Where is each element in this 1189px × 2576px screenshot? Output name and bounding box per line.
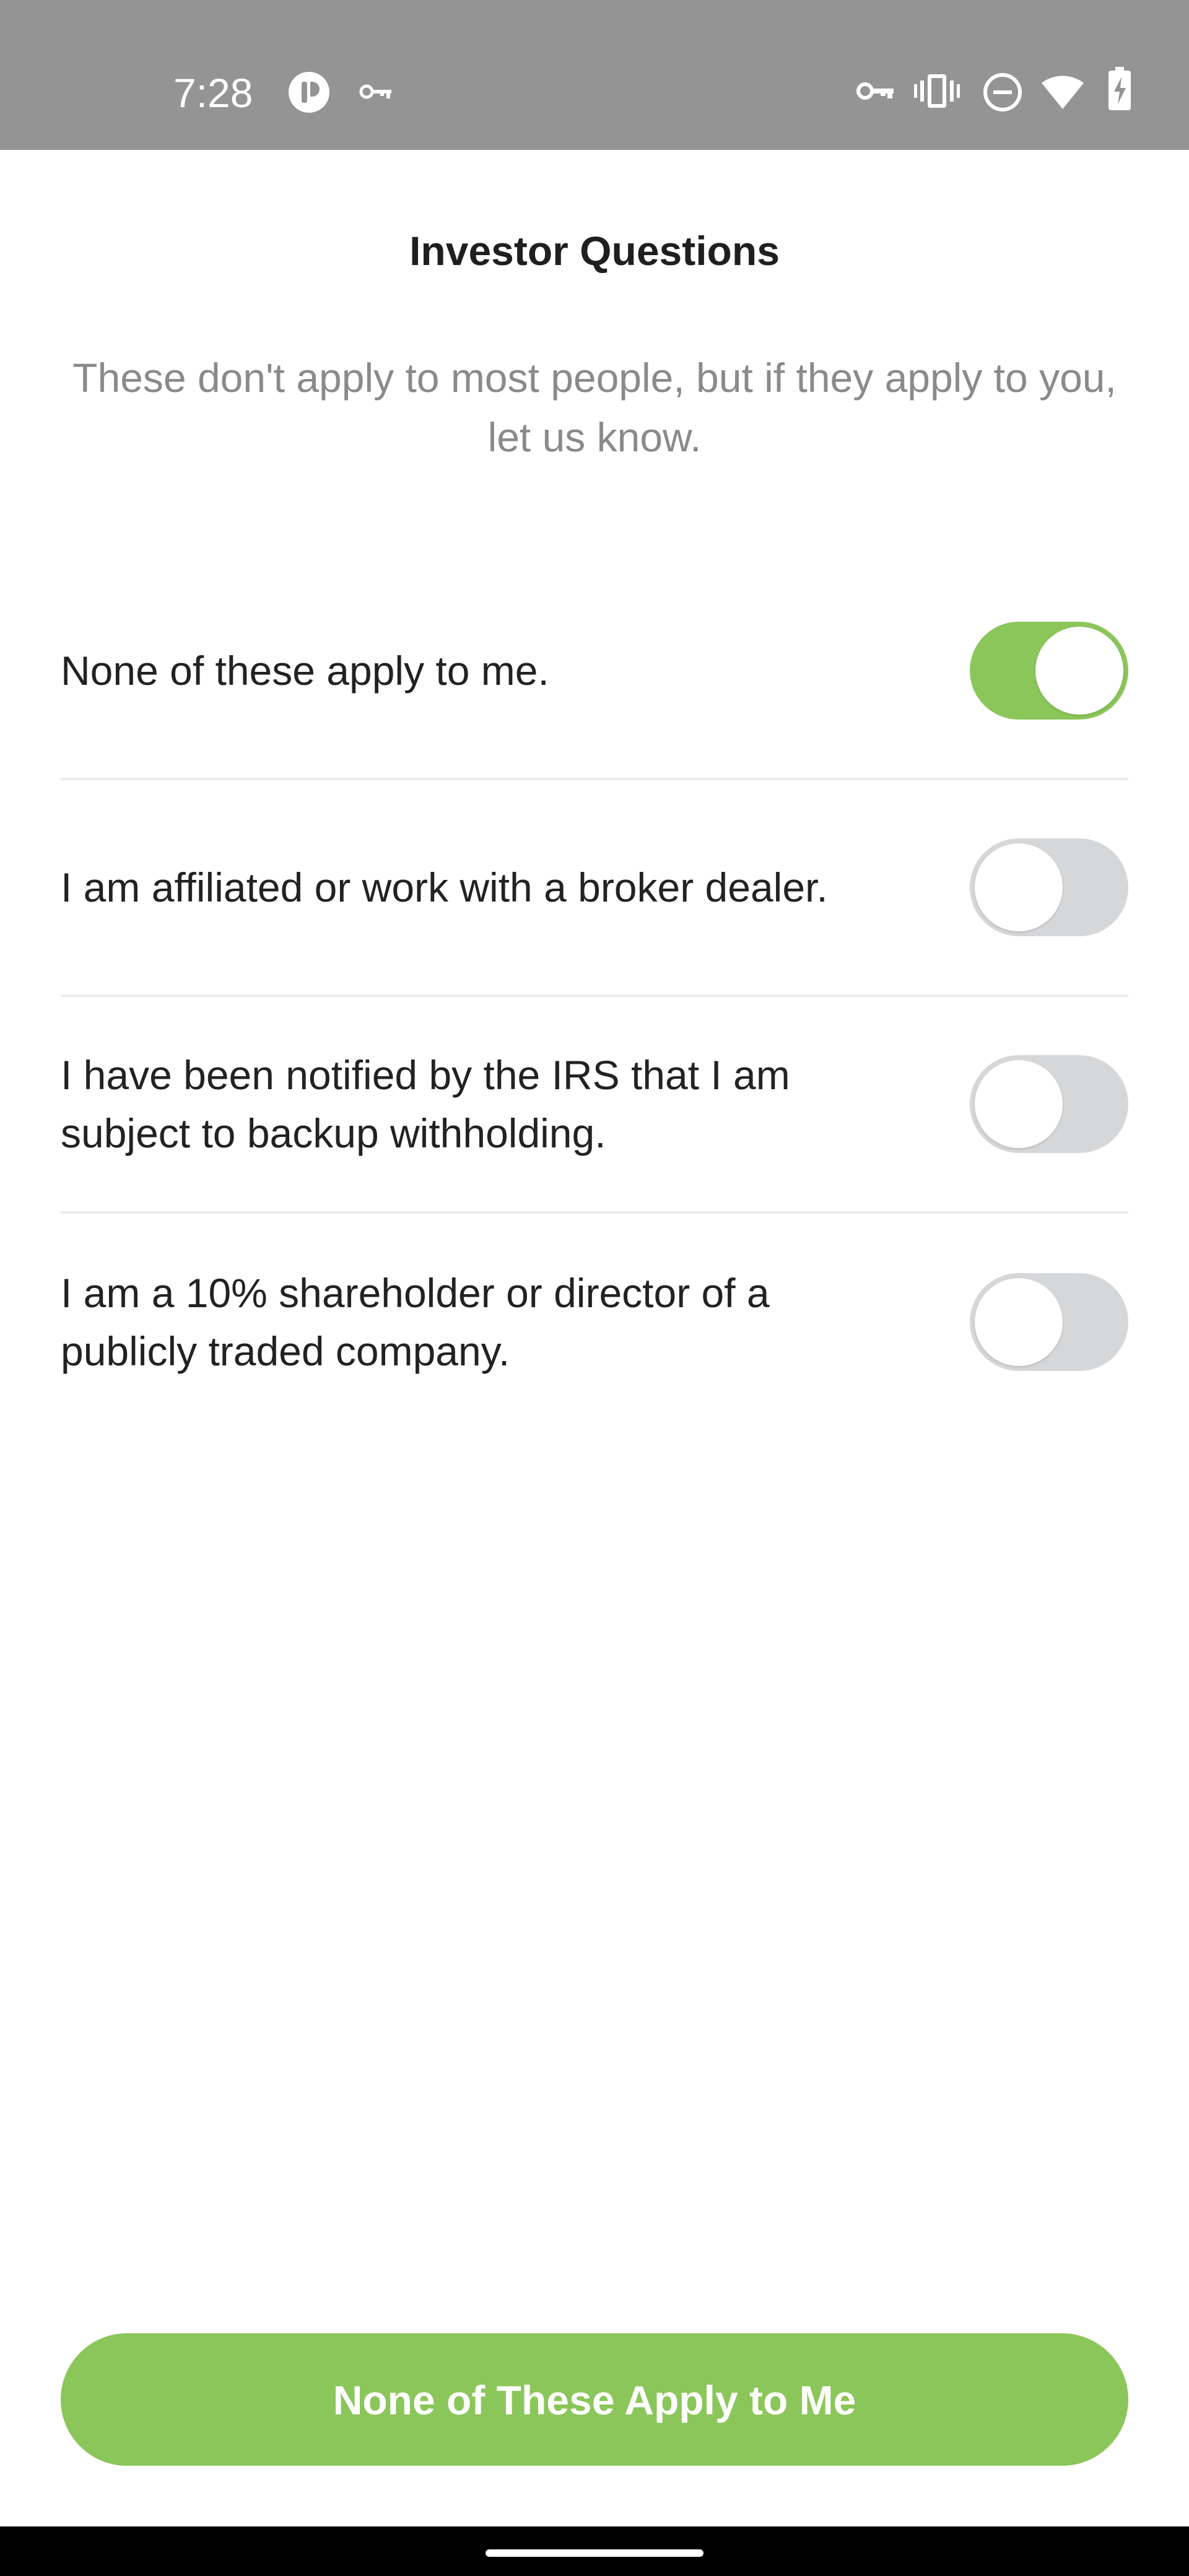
home-indicator[interactable] xyxy=(486,2549,703,2557)
toggle-knob xyxy=(975,1278,1063,1366)
wifi-icon xyxy=(1042,76,1084,109)
none-apply-button[interactable]: None of These Apply to Me xyxy=(61,2333,1128,2466)
vibrate-icon xyxy=(914,74,960,108)
question-list: None of these apply to me. I am affiliat… xyxy=(61,564,1128,1430)
page-title: Investor Questions xyxy=(409,228,780,274)
question-row-broker-dealer: I am affiliated or work with a broker de… xyxy=(61,780,1128,997)
do-not-disturb-icon xyxy=(983,73,1022,111)
question-row-backup-withholding: I have been notified by the IRS that I a… xyxy=(61,997,1128,1214)
status-bar: 7:28 xyxy=(0,0,1189,150)
question-row-shareholder: I am a 10% shareholder or director of a … xyxy=(61,1214,1128,1430)
battery-charging-icon xyxy=(1108,67,1131,110)
status-time: 7:28 xyxy=(173,70,253,116)
toggle-knob xyxy=(1035,627,1123,715)
navigation-bar xyxy=(0,2526,1189,2576)
question-label: I am a 10% shareholder or director of a … xyxy=(61,1270,770,1374)
question-label: None of these apply to me. xyxy=(61,648,549,694)
toggle-knob xyxy=(975,1060,1063,1148)
vpn-key-icon xyxy=(856,82,894,100)
page-subtitle: These don't apply to most people, but if… xyxy=(72,355,1117,460)
vpn-key-icon xyxy=(359,84,391,99)
none-apply-toggle[interactable] xyxy=(970,622,1128,720)
question-row-none-apply: None of these apply to me. xyxy=(61,564,1128,780)
question-label: I have been notified by the IRS that I a… xyxy=(61,1052,790,1156)
app-notification-icon xyxy=(289,72,329,113)
backup-withholding-toggle[interactable] xyxy=(970,1055,1128,1153)
toggle-knob xyxy=(975,843,1063,931)
question-label: I am affiliated or work with a broker de… xyxy=(61,864,828,910)
broker-dealer-toggle[interactable] xyxy=(970,838,1128,936)
shareholder-toggle[interactable] xyxy=(970,1273,1128,1371)
